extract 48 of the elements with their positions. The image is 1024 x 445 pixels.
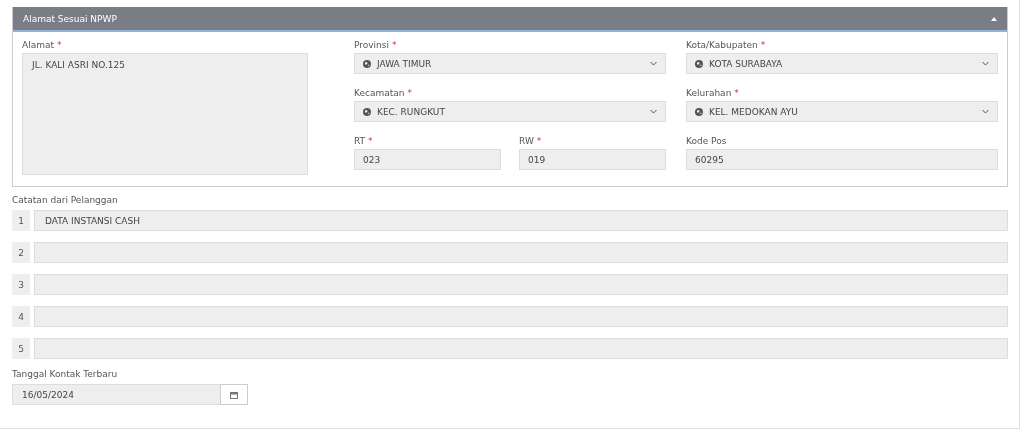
address-textarea[interactable]: JL. KALI ASRI NO.125: [22, 53, 308, 175]
row-number: 1: [12, 210, 30, 231]
section-label: Catatan dari Pelanggan: [12, 195, 118, 205]
calendar-icon: [230, 390, 238, 399]
note-input[interactable]: [34, 242, 1008, 263]
field-label: Kecamatan: [354, 88, 405, 98]
required-asterisk: *: [392, 40, 397, 50]
required-asterisk: *: [734, 88, 739, 98]
select-field[interactable]: JAWA TIMUR: [354, 53, 666, 74]
field-label: Kode Pos: [686, 136, 727, 146]
chevron-down-icon: [982, 61, 989, 66]
field-label: Tanggal Kontak Terbaru: [12, 369, 118, 379]
row-number: 3: [12, 274, 30, 295]
required-asterisk: *: [407, 88, 412, 98]
panel-header[interactable]: Alamat Sesuai NPWP: [13, 7, 1007, 32]
required-asterisk: *: [760, 40, 766, 50]
row-number: 5: [12, 338, 30, 359]
note-input[interactable]: [34, 274, 1008, 295]
date-input[interactable]: 16/05/2024: [12, 384, 220, 405]
row-number: 2: [12, 242, 30, 263]
chevron-down-icon: [982, 109, 989, 114]
field-label: Kota/Kabupaten: [686, 40, 758, 50]
required-asterisk: *: [536, 136, 542, 146]
note-input[interactable]: DATA INSTANSI CASH: [34, 210, 1008, 231]
required-asterisk: *: [57, 40, 62, 50]
row-number: 4: [12, 306, 30, 327]
note-input[interactable]: [34, 338, 1008, 359]
select-field[interactable]: KEL. MEDOKAN AYU: [686, 101, 998, 122]
select-field[interactable]: KEC. RUNGKUT: [354, 101, 666, 122]
field-label: RT: [354, 136, 366, 146]
field-label: Kelurahan: [686, 88, 732, 98]
input-field[interactable]: 60295: [686, 149, 998, 170]
chevron-down-icon: [650, 61, 657, 66]
globe-icon: [695, 107, 703, 116]
select-field[interactable]: KOTA SURABAYA: [686, 53, 998, 74]
globe-icon: [695, 59, 703, 68]
field-label: Provinsi: [354, 40, 389, 50]
globe-icon: [363, 59, 371, 68]
chevron-down-icon: [650, 109, 657, 114]
caret-up-icon[interactable]: [991, 16, 997, 21]
field-label: RW: [519, 136, 534, 146]
note-input[interactable]: [34, 306, 1008, 327]
globe-icon: [363, 107, 371, 116]
calendar-button[interactable]: [220, 384, 248, 405]
input-field[interactable]: 023: [354, 149, 501, 170]
input-field[interactable]: 019: [519, 149, 666, 170]
field-label: Alamat: [22, 40, 54, 50]
required-asterisk: *: [368, 136, 373, 146]
